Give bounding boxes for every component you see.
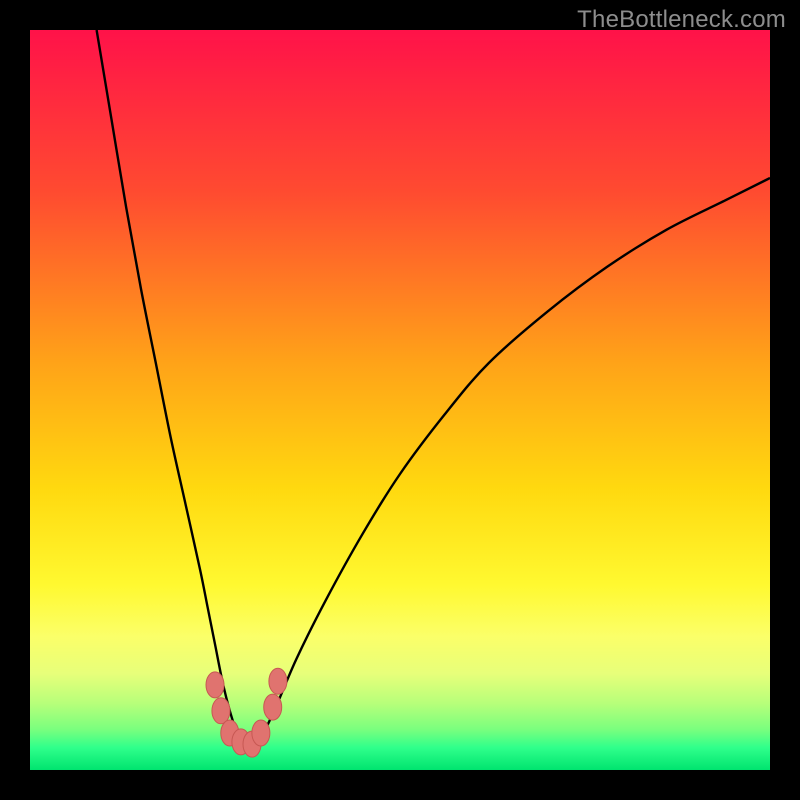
gradient-background — [30, 30, 770, 770]
data-marker — [264, 694, 282, 720]
chart-frame: TheBottleneck.com — [0, 0, 800, 800]
bottleneck-chart — [30, 30, 770, 770]
data-marker — [269, 668, 287, 694]
data-marker — [206, 672, 224, 698]
data-marker — [252, 720, 270, 746]
data-marker — [212, 698, 230, 724]
